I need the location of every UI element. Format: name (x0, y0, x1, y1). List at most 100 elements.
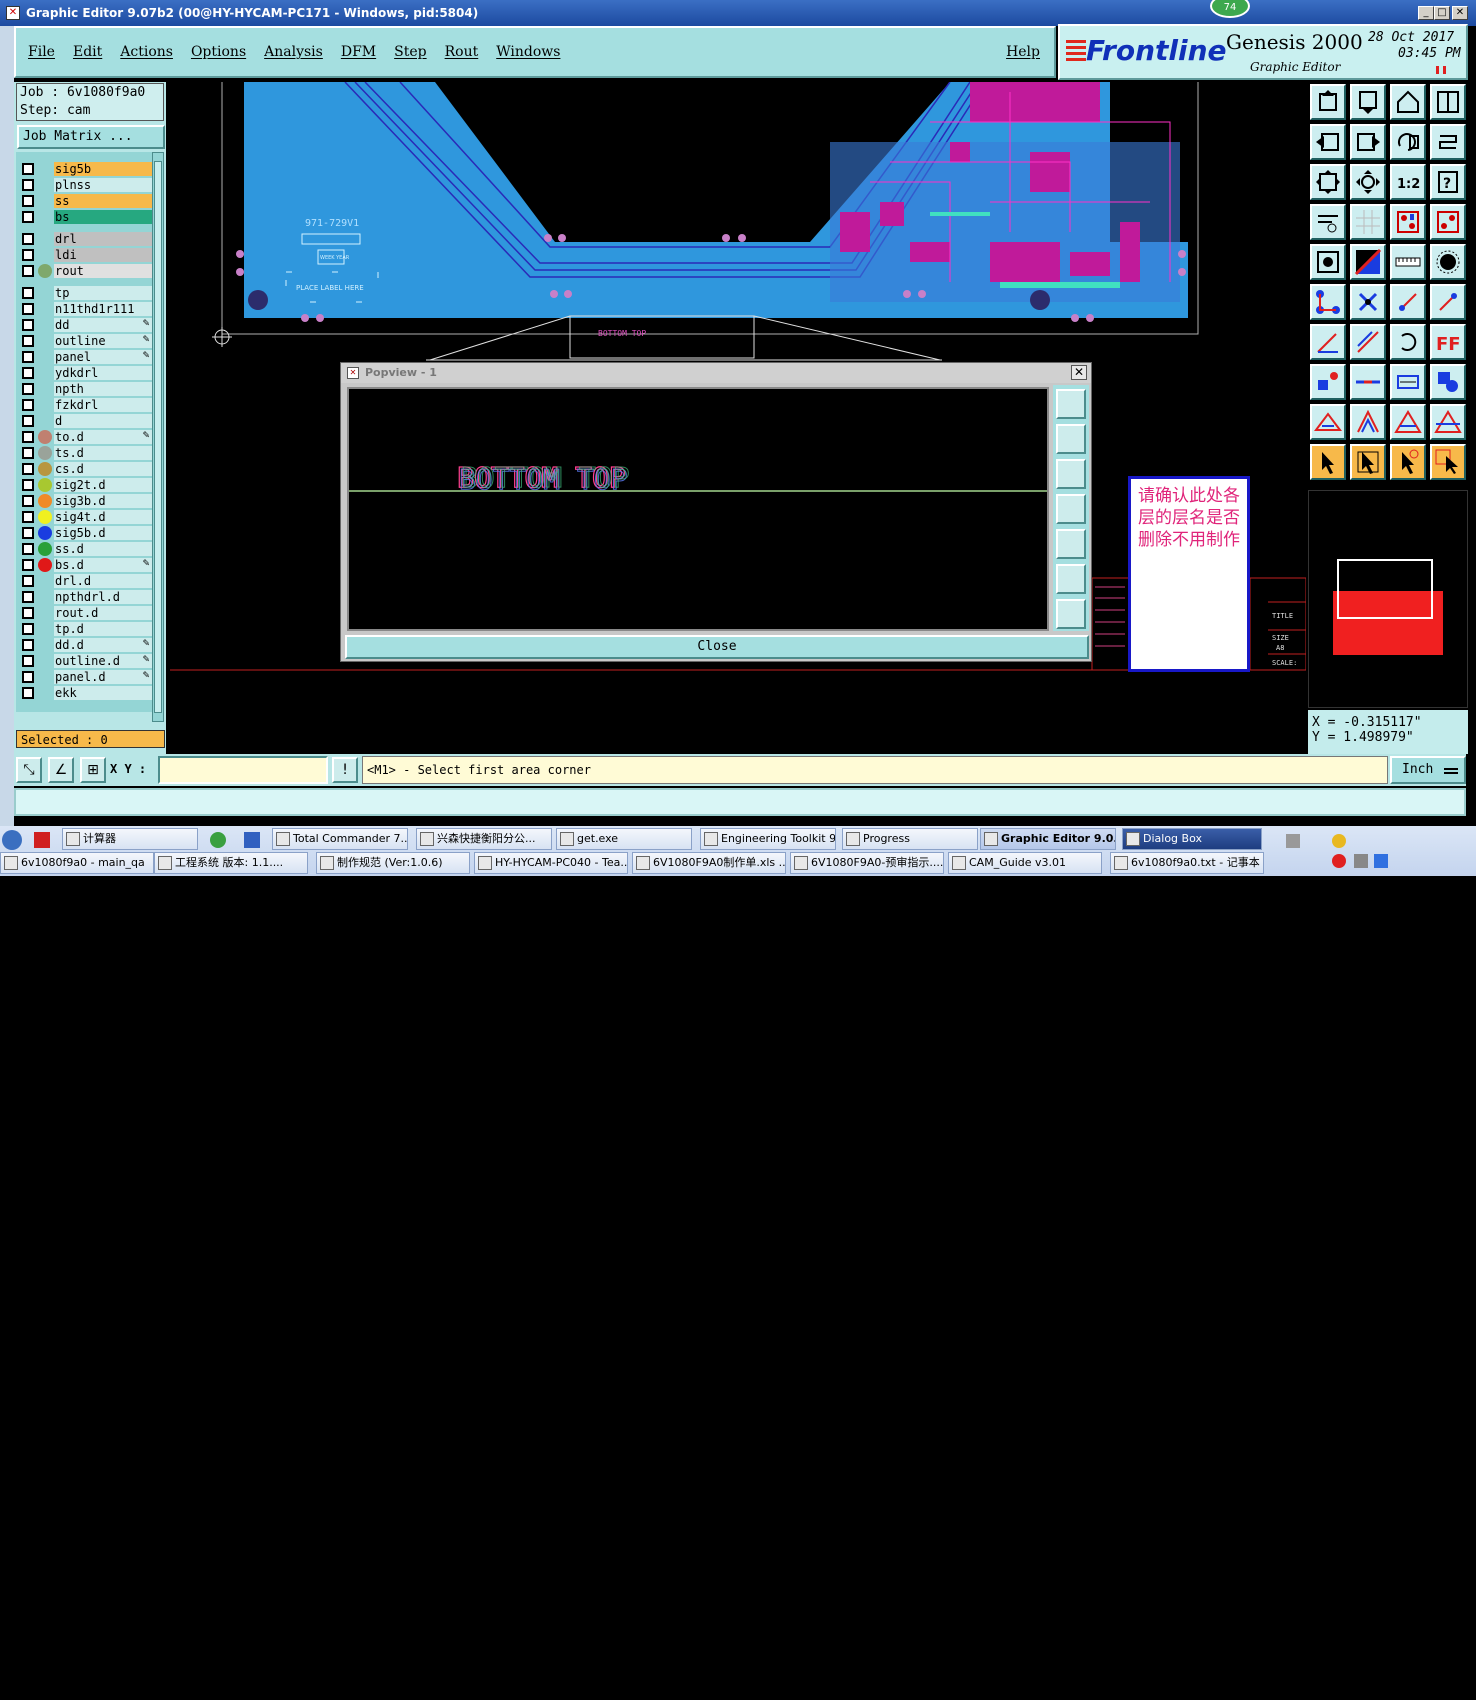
layer-checkbox[interactable] (22, 479, 34, 491)
layer-checkbox[interactable] (22, 383, 34, 395)
layer-name[interactable]: n11thd1r111 (54, 302, 152, 316)
popview-close-button[interactable]: Close (345, 635, 1089, 659)
layer-row[interactable]: rout.d (20, 606, 152, 620)
layer-name[interactable]: npthdrl.d (54, 590, 152, 604)
layer-row[interactable]: ss (20, 194, 152, 208)
layer-checkbox[interactable] (22, 655, 34, 667)
close-window-button[interactable]: ✕ (1452, 6, 1468, 20)
layer-row[interactable]: drl.d (20, 574, 152, 588)
snap-icon[interactable]: ⤡ (16, 757, 42, 783)
layer-checkbox[interactable] (22, 195, 34, 207)
layer-name[interactable]: plnss (54, 178, 152, 192)
layer-name[interactable]: panel.d (54, 670, 152, 684)
point-icon[interactable] (1310, 364, 1346, 400)
layer-checkbox[interactable] (22, 415, 34, 427)
layer-row[interactable]: bs.d ✎ (20, 558, 152, 572)
home-icon[interactable] (1390, 84, 1426, 120)
window-icon[interactable] (1430, 84, 1466, 120)
menu-actions[interactable]: Actions (120, 44, 173, 60)
layer-color-dot[interactable] (38, 542, 52, 556)
layer-name[interactable]: panel (54, 350, 152, 364)
layer-checkbox[interactable] (22, 233, 34, 245)
connect-icon[interactable] (1310, 284, 1346, 320)
layer-checkbox[interactable] (22, 559, 34, 571)
export-icon[interactable] (1350, 124, 1386, 160)
layer-color-dot[interactable] (38, 462, 52, 476)
layer-checkbox[interactable] (22, 687, 34, 699)
start-icon[interactable] (2, 830, 22, 850)
taskbar-button[interactable]: Dialog Box (1122, 828, 1262, 850)
layer-name[interactable]: fzkdrl (54, 398, 152, 412)
taskbar-button[interactable]: get.exe (556, 828, 692, 850)
layer-row[interactable]: tp.d (20, 622, 152, 636)
text-icon[interactable]: FF (1430, 324, 1466, 360)
layer-checkbox[interactable] (22, 543, 34, 555)
layer-color-dot[interactable] (38, 478, 52, 492)
layer-row[interactable]: panel ✎ (20, 350, 152, 364)
layer-row[interactable]: ekk (20, 686, 152, 700)
measure-icon[interactable] (1390, 364, 1426, 400)
layer-color-dot[interactable] (38, 510, 52, 524)
group-icon[interactable] (1430, 364, 1466, 400)
layer-name[interactable]: outline.d (54, 654, 152, 668)
thumbnail-viewport[interactable] (1337, 559, 1433, 619)
taskbar-button[interactable]: 工程系统 版本: 1.1.... (154, 852, 308, 874)
layer-color-dot[interactable] (38, 526, 52, 540)
layer-row[interactable]: ldi (20, 248, 152, 262)
layer-name[interactable]: drl.d (54, 574, 152, 588)
layer-name[interactable]: npth (54, 382, 152, 396)
popview-zoom-icon[interactable] (1056, 389, 1086, 419)
layer-row[interactable]: cs.d (20, 462, 152, 476)
undo-icon[interactable] (1390, 324, 1426, 360)
layer-checkbox[interactable] (22, 163, 34, 175)
layer-name[interactable]: ss (54, 194, 152, 208)
layer-color-dot[interactable] (38, 494, 52, 508)
layer-color-dot[interactable] (38, 430, 52, 444)
pointer-move-icon[interactable] (1390, 444, 1426, 480)
layer-checkbox[interactable] (22, 671, 34, 683)
layer-checkbox[interactable] (22, 179, 34, 191)
menu-rout[interactable]: Rout (445, 44, 479, 60)
fit-screen-icon[interactable] (1310, 164, 1346, 200)
layer-row[interactable]: plnss (20, 178, 152, 192)
menu-analysis[interactable]: Analysis (264, 44, 323, 60)
menu-step[interactable]: Step (394, 44, 426, 60)
pdf-icon[interactable] (34, 832, 50, 848)
layer-color-dot[interactable] (38, 446, 52, 460)
menu-dfm[interactable]: DFM (341, 44, 376, 60)
taskbar-button[interactable]: 制作规范 (Ver:1.0.6) (316, 852, 470, 874)
minimize-button[interactable]: _ (1418, 6, 1434, 20)
taskbar-button[interactable]: 计算器 (62, 828, 198, 850)
tray-sync-icon[interactable] (1332, 834, 1346, 848)
layer-row[interactable]: sig3b.d (20, 494, 152, 508)
line-edit-icon[interactable] (1350, 324, 1386, 360)
layer-name[interactable]: rout.d (54, 606, 152, 620)
xy-input[interactable] (158, 756, 328, 784)
layer-row[interactable]: bs (20, 210, 152, 224)
layer-row[interactable]: outline.d ✎ (20, 654, 152, 668)
layer-checkbox[interactable] (22, 211, 34, 223)
menu-help[interactable]: Help (1006, 44, 1040, 60)
triangle-alt-icon[interactable] (1350, 404, 1386, 440)
layer-checkbox[interactable] (22, 265, 34, 277)
move-down-icon[interactable] (1350, 84, 1386, 120)
split-icon[interactable] (1350, 364, 1386, 400)
layer-name[interactable]: to.d (54, 430, 152, 444)
taskbar-button[interactable]: 6v1080f9a0.txt - 记事本 (1110, 852, 1264, 874)
ie-icon[interactable] (210, 832, 226, 848)
popview-pan-right-icon[interactable] (1056, 529, 1086, 559)
layer-name[interactable]: sig5b.d (54, 526, 152, 540)
layer-checkbox[interactable] (22, 591, 34, 603)
mirror-icon[interactable] (1430, 124, 1466, 160)
layer-name[interactable]: sig4t.d (54, 510, 152, 524)
rotate-icon[interactable] (1390, 124, 1426, 160)
grid-icon[interactable]: ⊞ (80, 757, 106, 783)
taskbar-button[interactable]: 6v1080f9a0 - main_qa (0, 852, 154, 874)
layer-row[interactable]: rout (20, 264, 152, 278)
layer-row[interactable]: panel.d ✎ (20, 670, 152, 684)
import-icon[interactable] (1310, 124, 1346, 160)
triangle-up-icon[interactable] (1390, 404, 1426, 440)
layer-checkbox[interactable] (22, 623, 34, 635)
measure-icon[interactable]: ∠ (48, 757, 74, 783)
taskbar-button[interactable]: Engineering Toolkit 9... (700, 828, 836, 850)
